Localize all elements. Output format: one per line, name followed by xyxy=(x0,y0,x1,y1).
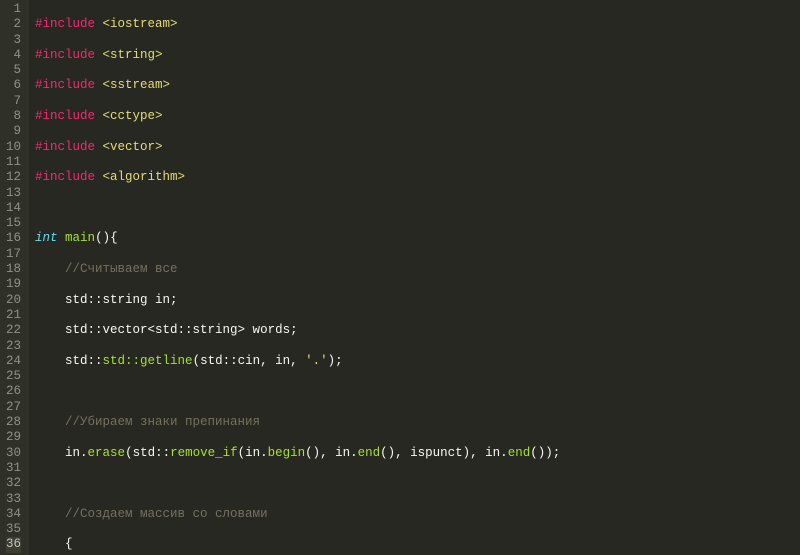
line-number: 15 xyxy=(6,216,21,231)
line-number: 23 xyxy=(6,339,21,354)
code-line: #include <sstream> xyxy=(35,78,800,93)
line-number: 9 xyxy=(6,124,21,139)
line-number: 32 xyxy=(6,476,21,491)
line-number: 26 xyxy=(6,384,21,399)
line-number: 24 xyxy=(6,354,21,369)
line-number: 22 xyxy=(6,323,21,338)
line-number: 5 xyxy=(6,63,21,78)
line-number: 36 xyxy=(6,537,21,552)
line-number: 17 xyxy=(6,247,21,262)
code-editor-viewport[interactable]: #include <iostream> #include <string> #i… xyxy=(29,0,800,555)
line-number: 33 xyxy=(6,492,21,507)
line-number: 13 xyxy=(6,186,21,201)
line-number: 14 xyxy=(6,201,21,216)
line-number: 4 xyxy=(6,48,21,63)
code-line xyxy=(35,201,800,216)
code-line: //Убираем знаки препинания xyxy=(35,415,800,430)
line-number: 12 xyxy=(6,170,21,185)
code-line: #include <string> xyxy=(35,48,800,63)
line-number: 34 xyxy=(6,507,21,522)
line-number: 29 xyxy=(6,430,21,445)
line-number-gutter: 1234567891011121314151617181920212223242… xyxy=(0,0,29,555)
line-number: 6 xyxy=(6,78,21,93)
line-number: 30 xyxy=(6,446,21,461)
code-line: std::vector<std::string> words; xyxy=(35,323,800,338)
line-number: 18 xyxy=(6,262,21,277)
line-number: 19 xyxy=(6,277,21,292)
line-number: 25 xyxy=(6,369,21,384)
line-number: 31 xyxy=(6,461,21,476)
line-number: 8 xyxy=(6,109,21,124)
line-number: 3 xyxy=(6,33,21,48)
line-number: 16 xyxy=(6,231,21,246)
code-line: int main(){ xyxy=(35,231,800,246)
code-line: //Создаем массив со словами xyxy=(35,507,800,522)
line-number: 21 xyxy=(6,308,21,323)
code-line xyxy=(35,476,800,491)
code-line: #include <vector> xyxy=(35,140,800,155)
line-number: 1 xyxy=(6,2,21,17)
line-number: 35 xyxy=(6,522,21,537)
code-line: std::string in; xyxy=(35,293,800,308)
line-number: 7 xyxy=(6,94,21,109)
code-line: #include <cctype> xyxy=(35,109,800,124)
code-line: #include <iostream> xyxy=(35,17,800,32)
code-line: #include <algorithm> xyxy=(35,170,800,185)
code-line: { xyxy=(35,537,800,552)
line-number: 11 xyxy=(6,155,21,170)
line-number: 10 xyxy=(6,140,21,155)
line-number: 2 xyxy=(6,17,21,32)
line-number: 27 xyxy=(6,400,21,415)
code-line: in.erase(std::remove_if(in.begin(), in.e… xyxy=(35,446,800,461)
line-number: 28 xyxy=(6,415,21,430)
code-line: std::std::getline(std::cin, in, '.'); xyxy=(35,354,800,369)
code-line xyxy=(35,384,800,399)
line-number: 20 xyxy=(6,293,21,308)
code-line: //Считываем все xyxy=(35,262,800,277)
